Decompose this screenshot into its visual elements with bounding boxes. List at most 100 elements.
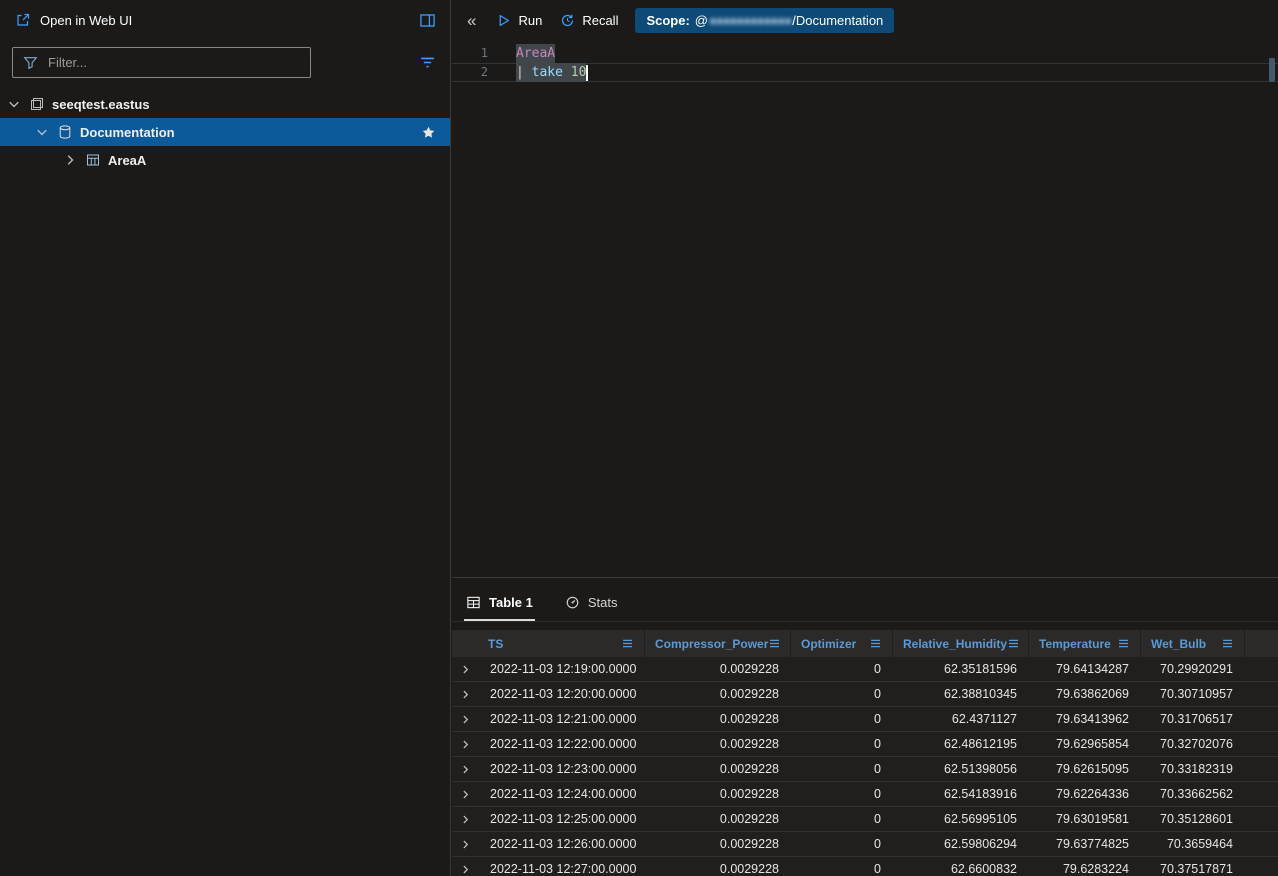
table-row[interactable]: 2022-11-03 12:26:00.00000.0029228062.598… (452, 832, 1278, 857)
open-in-web-ui-button[interactable]: Open in Web UI (14, 12, 132, 29)
column-header-label: Optimizer (801, 637, 856, 651)
table-row[interactable]: 2022-11-03 12:20:00.00000.0029228062.388… (452, 682, 1278, 707)
table-row[interactable]: 2022-11-03 12:24:00.00000.0029228062.541… (452, 782, 1278, 807)
table-icon (85, 152, 101, 168)
column-header-compressor-power[interactable]: Compressor_Power (645, 630, 791, 657)
tab-table-1[interactable]: Table 1 (464, 595, 535, 621)
column-header-ts[interactable]: TS (478, 630, 645, 657)
results-panel: Table 1 Stats TS Compressor_Power Optimize… (452, 577, 1278, 876)
column-menu-icon[interactable] (1221, 637, 1234, 650)
cell-temperature: 79.63413962 (1029, 712, 1141, 726)
tree-item-label: seeqtest.eastus (52, 97, 150, 112)
column-menu-icon[interactable] (1007, 637, 1020, 650)
column-menu-icon[interactable] (621, 637, 634, 650)
row-expand-icon[interactable] (452, 713, 478, 726)
cell-ts: 2022-11-03 12:23:00.0000 (478, 762, 645, 776)
cell-relative-humidity: 62.35181596 (893, 662, 1029, 676)
table-row[interactable]: 2022-11-03 12:21:00.00000.0029228062.437… (452, 707, 1278, 732)
open-in-web-ui-label: Open in Web UI (40, 13, 132, 28)
tree-item-seeqtest-eastus[interactable]: seeqtest.eastus (0, 90, 450, 118)
cell-wet-bulb: 70.30710957 (1141, 687, 1245, 701)
cell-compressor-power: 0.0029228 (645, 662, 791, 676)
cell-ts: 2022-11-03 12:25:00.0000 (478, 812, 645, 826)
code-line[interactable]: 1AreaA (452, 44, 1278, 63)
cell-compressor-power: 0.0029228 (645, 862, 791, 876)
column-header-label: TS (488, 637, 503, 651)
cell-wet-bulb: 70.33662562 (1141, 787, 1245, 801)
table-row[interactable]: 2022-11-03 12:27:00.00000.0029228062.660… (452, 857, 1278, 876)
filter-options-icon[interactable] (419, 54, 436, 71)
column-menu-icon[interactable] (1117, 637, 1130, 650)
cell-compressor-power: 0.0029228 (645, 837, 791, 851)
scope-database-path: /Documentation (792, 13, 883, 28)
connection-tree: seeqtest.eastus Documentation AreaA (0, 90, 450, 174)
toggle-panel-icon[interactable] (419, 12, 436, 29)
row-expand-icon[interactable] (452, 788, 478, 801)
column-header-wet-bulb[interactable]: Wet_Bulb (1141, 630, 1245, 657)
column-header-optimizer[interactable]: Optimizer (791, 630, 893, 657)
code-token: AreaA (516, 44, 555, 63)
scope-redacted-cluster: ●●●●●●●●●●●● (709, 13, 791, 28)
scope-at: @ (695, 13, 708, 28)
chevron-right-icon[interactable] (62, 152, 78, 168)
code-lines: 1AreaA2| take 10 (452, 44, 1278, 82)
table-row[interactable]: 2022-11-03 12:23:00.00000.0029228062.513… (452, 757, 1278, 782)
collapse-panel-icon[interactable]: « (465, 12, 478, 29)
tab-stats[interactable]: Stats (563, 595, 620, 621)
code-line[interactable]: 2| take 10 (452, 63, 1278, 82)
row-expand-icon[interactable] (452, 663, 478, 676)
filter-input[interactable] (46, 54, 301, 71)
column-header-temperature[interactable]: Temperature (1029, 630, 1141, 657)
cell-compressor-power: 0.0029228 (645, 812, 791, 826)
tree-item-documentation[interactable]: Documentation (0, 118, 450, 146)
run-button[interactable]: Run (495, 12, 542, 29)
open-external-icon (14, 12, 31, 29)
cell-temperature: 79.63862069 (1029, 687, 1141, 701)
expander-column-header (452, 630, 478, 657)
chevron-down-icon[interactable] (6, 96, 22, 112)
tab-label: Stats (588, 595, 618, 610)
tree-item-label: Documentation (80, 125, 175, 140)
tab-label: Table 1 (489, 595, 533, 610)
column-header-relative-humidity[interactable]: Relative_Humidity (893, 630, 1029, 657)
table-row[interactable]: 2022-11-03 12:19:00.00000.0029228062.351… (452, 657, 1278, 682)
star-icon[interactable] (421, 125, 436, 140)
cell-optimizer: 0 (791, 712, 893, 726)
row-expand-icon[interactable] (452, 738, 478, 751)
table-row[interactable]: 2022-11-03 12:25:00.00000.0029228062.569… (452, 807, 1278, 832)
cell-optimizer: 0 (791, 662, 893, 676)
recall-button[interactable]: Recall (559, 12, 618, 29)
row-expand-icon[interactable] (452, 863, 478, 876)
cell-temperature: 79.6283224 (1029, 862, 1141, 876)
chevron-down-icon[interactable] (34, 124, 50, 140)
cell-optimizer: 0 (791, 762, 893, 776)
results-tabbar: Table 1 Stats (452, 578, 1278, 622)
recall-label: Recall (582, 13, 618, 28)
filter-input-wrapper (12, 47, 311, 78)
query-editor[interactable]: 1AreaA2| take 10 (452, 40, 1278, 577)
cell-relative-humidity: 62.59806294 (893, 837, 1029, 851)
cell-optimizer: 0 (791, 737, 893, 751)
sidebar: Open in Web UI seeqtest.eastus Documentat… (0, 0, 451, 876)
column-menu-icon[interactable] (768, 637, 781, 650)
cell-relative-humidity: 62.56995105 (893, 812, 1029, 826)
column-header-label: Relative_Humidity (903, 637, 1007, 651)
tree-item-label: AreaA (108, 153, 146, 168)
cell-wet-bulb: 70.31706517 (1141, 712, 1245, 726)
row-expand-icon[interactable] (452, 813, 478, 826)
code-token: 10 (571, 63, 587, 82)
database-icon (57, 124, 73, 140)
column-menu-icon[interactable] (869, 637, 882, 650)
row-expand-icon[interactable] (452, 763, 478, 776)
tree-item-areaa[interactable]: AreaA (0, 146, 450, 174)
cell-compressor-power: 0.0029228 (645, 712, 791, 726)
table-row[interactable]: 2022-11-03 12:22:00.00000.0029228062.486… (452, 732, 1278, 757)
row-expand-icon[interactable] (452, 688, 478, 701)
cell-ts: 2022-11-03 12:27:00.0000 (478, 862, 645, 876)
stats-gauge-icon (565, 595, 580, 610)
cell-wet-bulb: 70.29920291 (1141, 662, 1245, 676)
row-expand-icon[interactable] (452, 838, 478, 851)
scope-badge[interactable]: Scope: @ ●●●●●●●●●●●● /Documentation (635, 8, 894, 33)
recall-history-icon (559, 12, 576, 29)
cell-wet-bulb: 70.32702076 (1141, 737, 1245, 751)
